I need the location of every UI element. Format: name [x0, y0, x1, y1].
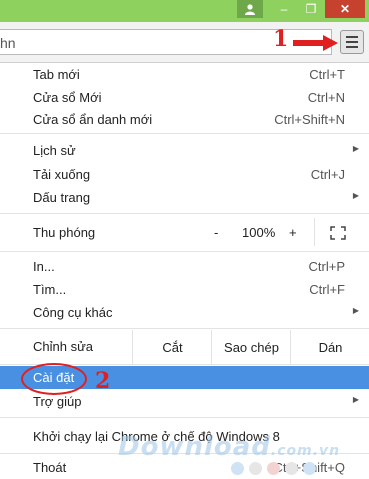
zoom-level: 100%: [242, 225, 276, 240]
menu-separator: [0, 213, 369, 214]
annotation-step-2: 2: [95, 368, 111, 394]
zoom-out-button[interactable]: -: [214, 225, 218, 240]
maximize-button[interactable]: ❐: [298, 0, 324, 18]
copy-button[interactable]: Sao chép: [211, 330, 291, 364]
annotation-oval: [21, 363, 87, 395]
menu-separator: [0, 417, 369, 418]
menu-item-label: Cửa sổ ẩn danh mới: [33, 112, 153, 127]
menu-item-more-tools[interactable]: Công cụ khác ▶: [0, 301, 369, 324]
menu-item-label: Tải xuống: [33, 167, 91, 182]
menu-item-downloads[interactable]: Tải xuống Ctrl+J: [0, 163, 369, 186]
menu-item-label: Cửa sổ Mới: [33, 90, 102, 105]
menu-item-label: Tab mới: [33, 67, 80, 82]
menu-item-history[interactable]: Lịch sử ▶: [0, 139, 369, 162]
watermark-logo: Download.com.vn: [118, 432, 341, 462]
menu-item-new-window[interactable]: Cửa sổ Mới Ctrl+N: [0, 86, 369, 109]
menu-item-shortcut: Ctrl+J: [310, 167, 345, 182]
menu-item-bookmarks[interactable]: Dấu trang ▶: [0, 186, 369, 209]
menu-item-label: Dấu trang: [33, 190, 91, 205]
cut-label: Cắt: [162, 339, 183, 355]
chrome-menu: Tab mới Ctrl+T Cửa sổ Mới Ctrl+N Cửa sổ …: [0, 63, 369, 479]
submenu-arrow-icon: ▶: [352, 191, 359, 200]
menu-item-shortcut: Ctrl+P: [308, 259, 345, 274]
menu-item-shortcut: Ctrl+F: [309, 282, 345, 297]
zoom-in-button[interactable]: +: [289, 225, 297, 240]
title-bar: – ❐ ✕: [0, 0, 369, 22]
paste-label: Dán: [318, 339, 343, 355]
menu-item-shortcut: Ctrl+Shift+N: [274, 112, 345, 127]
menu-separator: [0, 328, 369, 329]
menu-separator: [0, 133, 369, 134]
copy-label: Sao chép: [224, 339, 279, 355]
menu-item-label: Tìm...: [33, 282, 67, 297]
fullscreen-icon[interactable]: [330, 226, 346, 240]
annotation-step-1: 1: [273, 26, 289, 52]
menu-edit-row: Chỉnh sửa Cắt Sao chép Dán: [0, 330, 369, 364]
chrome-menu-button[interactable]: [340, 30, 364, 54]
paste-button[interactable]: Dán: [290, 330, 369, 364]
menu-item-label: Công cụ khác: [33, 305, 113, 320]
menu-separator: [314, 218, 315, 246]
user-icon: [245, 3, 255, 15]
menu-item-label: Trợ giúp: [33, 394, 82, 409]
menu-item-find[interactable]: Tìm... Ctrl+F: [0, 278, 369, 301]
menu-item-shortcut: Ctrl+T: [309, 67, 345, 82]
menu-line-icon: [346, 36, 358, 38]
dot-icon: [285, 462, 298, 475]
address-bar-text: hn: [0, 35, 16, 51]
menu-item-shortcut: Ctrl+N: [307, 90, 345, 105]
menu-item-label: In...: [33, 259, 55, 274]
close-button[interactable]: ✕: [325, 0, 365, 18]
menu-item-label: Thu phóng: [33, 225, 96, 240]
minimize-button[interactable]: –: [271, 0, 297, 18]
submenu-arrow-icon: ▶: [352, 395, 359, 404]
submenu-arrow-icon: ▶: [352, 306, 359, 315]
cut-button[interactable]: Cắt: [132, 330, 212, 364]
dot-icon: [267, 462, 280, 475]
menu-item-new-tab[interactable]: Tab mới Ctrl+T: [0, 63, 369, 86]
dot-icon: [249, 462, 262, 475]
user-profile-button[interactable]: [237, 0, 263, 18]
menu-item-label: Thoát: [33, 460, 67, 475]
menu-line-icon: [346, 46, 358, 48]
menu-item-label: Lịch sử: [33, 143, 76, 158]
dot-icon: [303, 462, 316, 475]
watermark-dots: [231, 462, 316, 475]
menu-item-incognito-window[interactable]: Cửa sổ ẩn danh mới Ctrl+Shift+N: [0, 108, 369, 131]
menu-separator: [0, 251, 369, 252]
menu-item-print[interactable]: In... Ctrl+P: [0, 255, 369, 278]
red-arrow-icon: [293, 35, 338, 51]
submenu-arrow-icon: ▶: [352, 144, 359, 153]
menu-item-label: Chỉnh sửa: [33, 339, 94, 354]
dot-icon: [231, 462, 244, 475]
menu-zoom-row: Thu phóng - 100% +: [0, 218, 369, 246]
menu-line-icon: [346, 41, 358, 43]
